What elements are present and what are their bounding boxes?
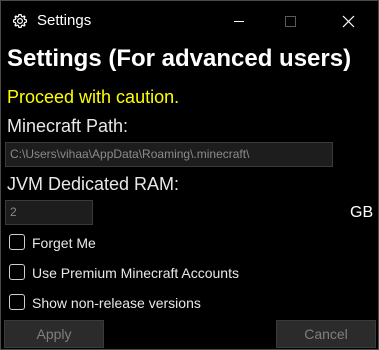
- title-bar[interactable]: Settings: [1, 1, 378, 41]
- ram-input[interactable]: 2: [5, 200, 93, 225]
- forget-me-label: Forget Me: [32, 235, 96, 251]
- premium-accounts-label: Use Premium Minecraft Accounts: [32, 265, 239, 281]
- minecraft-path-input[interactable]: C:\Users\vihaa\AppData\Roaming\.minecraf…: [5, 142, 333, 167]
- ram-label: JVM Dedicated RAM:: [7, 174, 180, 194]
- cancel-button[interactable]: Cancel: [276, 320, 376, 348]
- premium-accounts-checkbox[interactable]: [9, 264, 25, 280]
- caution-text: Proceed with caution.: [7, 87, 180, 107]
- non-release-checkbox[interactable]: [9, 294, 25, 310]
- gear-icon: [12, 13, 28, 29]
- maximize-icon: [285, 16, 296, 27]
- forget-me-checkbox[interactable]: [9, 234, 25, 250]
- window-title: Settings: [37, 12, 92, 29]
- minecraft-path-label: Minecraft Path:: [7, 116, 129, 136]
- ram-unit-label: GB: [350, 204, 374, 221]
- minimize-icon: [234, 21, 244, 22]
- non-release-label: Show non-release versions: [32, 295, 201, 311]
- page-title: Settings (For advanced users): [7, 45, 352, 72]
- close-button[interactable]: [324, 1, 370, 41]
- close-icon: [342, 15, 355, 28]
- settings-window: Settings Settings (For advanced users) P…: [0, 0, 379, 350]
- maximize-button[interactable]: [267, 1, 313, 41]
- minimize-button[interactable]: [216, 1, 262, 41]
- apply-button[interactable]: Apply: [4, 320, 104, 348]
